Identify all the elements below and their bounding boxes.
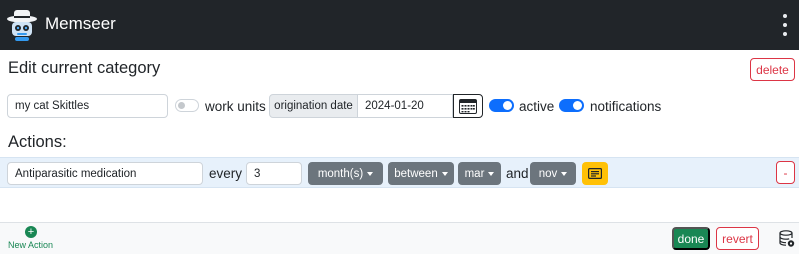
from-month-value: mar bbox=[464, 167, 485, 180]
page-title: Edit current category bbox=[8, 59, 161, 77]
notifications-toggle[interactable] bbox=[559, 99, 584, 112]
app-title: Memseer bbox=[45, 14, 116, 33]
calendar-icon[interactable] bbox=[453, 94, 483, 118]
actions-heading: Actions: bbox=[8, 133, 67, 151]
robot-hat-logo-icon[interactable] bbox=[6, 8, 38, 42]
to-month-value: nov bbox=[538, 167, 558, 180]
interval-input[interactable] bbox=[246, 162, 302, 185]
done-button[interactable]: done bbox=[672, 227, 710, 250]
range-mode-value: between bbox=[394, 167, 438, 180]
from-month-dropdown[interactable]: mar bbox=[458, 162, 501, 185]
every-label: every bbox=[209, 166, 243, 181]
top-navbar: Memseer bbox=[0, 0, 799, 50]
note-icon[interactable] bbox=[582, 162, 608, 185]
caret-down-icon bbox=[441, 171, 448, 176]
new-action-label: New Action bbox=[8, 240, 54, 250]
interval-units-value: month(s) bbox=[317, 167, 364, 180]
notifications-label: notifications bbox=[590, 99, 662, 114]
origination-date-group: origination date 2024-01-20 bbox=[269, 94, 483, 118]
active-toggle[interactable] bbox=[489, 99, 514, 112]
caret-down-icon bbox=[561, 171, 568, 176]
revert-button[interactable]: revert bbox=[716, 227, 759, 250]
and-label: and bbox=[506, 166, 529, 181]
remove-action-button[interactable]: - bbox=[776, 161, 795, 184]
origination-date-field[interactable]: 2024-01-20 bbox=[358, 94, 453, 118]
caret-down-icon bbox=[488, 171, 495, 176]
interval-units-dropdown[interactable]: month(s) bbox=[308, 162, 383, 185]
delete-category-button[interactable]: delete bbox=[750, 58, 795, 81]
caret-down-icon bbox=[367, 171, 374, 176]
range-mode-dropdown[interactable]: between bbox=[388, 162, 454, 185]
category-name-input[interactable] bbox=[7, 94, 168, 118]
work-units-toggle[interactable] bbox=[175, 99, 199, 112]
work-units-label: work units bbox=[205, 99, 266, 114]
active-label: active bbox=[519, 99, 555, 114]
action-description-input[interactable] bbox=[7, 162, 203, 185]
kebab-menu-icon[interactable] bbox=[778, 14, 792, 36]
plus-circle-icon: + bbox=[25, 226, 37, 238]
to-month-dropdown[interactable]: nov bbox=[530, 162, 576, 185]
origination-date-label: origination date bbox=[269, 94, 358, 118]
new-action-button[interactable]: + New Action bbox=[6, 226, 56, 252]
database-gear-icon[interactable] bbox=[779, 230, 795, 248]
